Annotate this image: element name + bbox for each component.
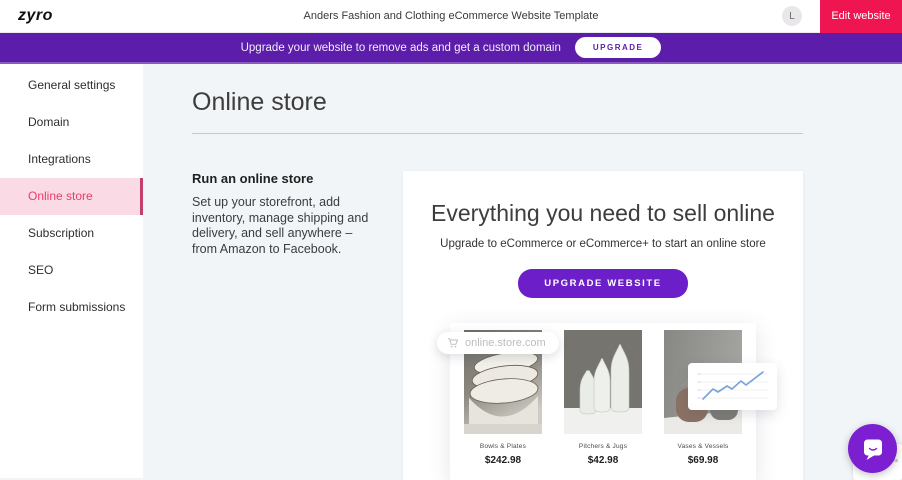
store-url-text: online.store.com xyxy=(465,337,546,349)
sidebar-item-domain[interactable]: Domain xyxy=(0,104,143,141)
upsell-subheading: Upgrade to eCommerce or eCommerce+ to st… xyxy=(403,238,803,250)
page-title: Online store xyxy=(192,88,902,117)
cart-icon xyxy=(447,337,459,349)
zyro-logo[interactable]: zyro xyxy=(18,7,53,25)
product-name: Pitchers & Jugs xyxy=(556,443,650,450)
product-name: Vases & Vessels xyxy=(656,443,750,450)
upgrade-website-button[interactable]: UPGRADE WEBSITE xyxy=(518,269,687,298)
chat-button[interactable] xyxy=(848,424,897,473)
sidebar-item-integrations[interactable]: Integrations xyxy=(0,141,143,178)
intro-description: Set up your storefront, add inventory, m… xyxy=(192,195,377,257)
intro-heading: Run an online store xyxy=(192,171,377,186)
pitchers-photo xyxy=(564,330,642,434)
product-price: $69.98 xyxy=(656,455,750,466)
edit-website-button[interactable]: Edit website xyxy=(820,0,902,33)
upgrade-banner-text: Upgrade your website to remove ads and g… xyxy=(241,42,561,54)
settings-sidebar: General settings Domain Integrations Onl… xyxy=(0,64,143,478)
sidebar-item-online-store[interactable]: Online store xyxy=(0,178,143,215)
sidebar-item-seo[interactable]: SEO xyxy=(0,252,143,289)
upgrade-banner: Upgrade your website to remove ads and g… xyxy=(0,33,902,64)
store-url-pill: online.store.com xyxy=(437,332,559,354)
topbar-right: L Edit website xyxy=(782,0,902,32)
intro-text-block: Run an online store Set up your storefro… xyxy=(192,171,377,480)
product-name: Bowls & Plates xyxy=(456,443,550,450)
sidebar-item-subscription[interactable]: Subscription xyxy=(0,215,143,252)
site-title: Anders Fashion and Clothing eCommerce We… xyxy=(0,10,902,22)
account-avatar[interactable]: L xyxy=(782,6,802,26)
upgrade-banner-button[interactable]: UPGRADE xyxy=(575,37,662,58)
upsell-card: Everything you need to sell online Upgra… xyxy=(403,171,803,480)
main-content: Online store Run an online store Set up … xyxy=(143,64,902,478)
product-price: $242.98 xyxy=(456,455,550,466)
product-pitchers: Pitchers & Jugs $42.98 xyxy=(556,330,650,466)
sales-sparkline xyxy=(688,363,777,410)
chat-bubble-icon xyxy=(860,436,886,462)
sidebar-item-form-submissions[interactable]: Form submissions xyxy=(0,289,143,326)
sidebar-item-general-settings[interactable]: General settings xyxy=(0,67,143,104)
title-divider xyxy=(192,133,803,134)
topbar: zyro Anders Fashion and Clothing eCommer… xyxy=(0,0,902,33)
sales-chart-card xyxy=(688,363,777,410)
upsell-heading: Everything you need to sell online xyxy=(403,200,803,227)
product-price: $42.98 xyxy=(556,455,650,466)
